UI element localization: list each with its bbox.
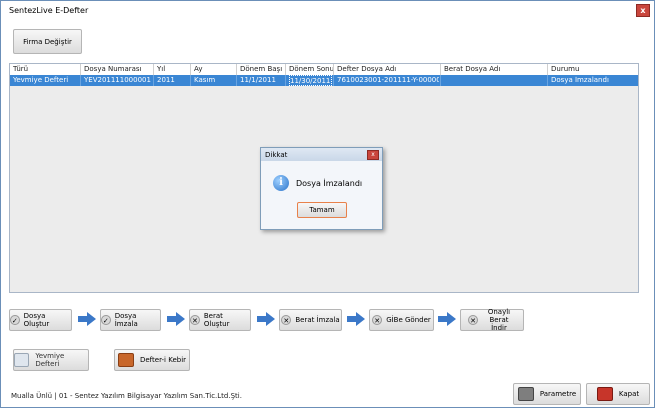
col-durumu[interactable]: Durumu — [551, 65, 579, 73]
col-donem-basi[interactable]: Dönem Başı — [240, 65, 282, 73]
dialog-title: Dikkat — [265, 151, 288, 159]
col-yil[interactable]: Yıl — [157, 65, 165, 73]
cell-donem-basi: 11/1/2011 — [240, 76, 276, 84]
cell-donem-sonu: 11/30/2011 — [289, 75, 332, 86]
berat-imzala-button[interactable]: ✕ Berat İmzala — [279, 309, 342, 331]
table-row[interactable]: Yevmiye Defteri YEV201111000001 2011 Kas… — [10, 75, 638, 86]
col-donem-sonu[interactable]: Dönem Sonu — [289, 65, 334, 73]
x-icon: ✕ — [468, 315, 478, 325]
berat-imzala-label: Berat İmzala — [295, 316, 340, 324]
dosya-olustur-label: Dosya Oluştur — [23, 312, 50, 328]
cell-yil: 2011 — [157, 76, 175, 84]
gibe-gonder-button[interactable]: ✕ GİBe Gönder — [369, 309, 434, 331]
cell-turu: Yevmiye Defteri — [13, 76, 69, 84]
tamam-button[interactable]: Tamam — [297, 202, 347, 218]
kapat-button[interactable]: Kapat — [586, 383, 650, 405]
dikkat-dialog: Dikkat x i Dosya İmzalandı Tamam — [260, 147, 383, 230]
arrow-right-icon — [347, 312, 365, 326]
defter-i-kebir-label: Defter-i Kebir — [139, 356, 187, 364]
title-bar: SentezLive E-Defter x — [1, 1, 654, 19]
x-icon: ✕ — [372, 315, 383, 325]
exit-door-icon — [596, 387, 613, 401]
cell-ay: Kasım — [194, 76, 216, 84]
col-defter-dosya-adi[interactable]: Defter Dosya Adı — [337, 65, 396, 73]
info-icon: i — [273, 175, 289, 191]
onayli-berat-indir-button[interactable]: ✕ Onaylı Berat İndir — [460, 308, 524, 332]
check-icon: ✓ — [10, 315, 20, 325]
yevmiye-defteri-button[interactable]: Yevmiye Defteri — [13, 349, 89, 371]
cell-durumu: Dosya İmzalandı — [551, 76, 609, 84]
window-title: SentezLive E-Defter — [9, 6, 89, 15]
berat-olustur-label: Berat Oluştur — [203, 312, 230, 328]
cell-dosya-numarasi: YEV201111000001 — [84, 76, 151, 84]
dialog-close-icon[interactable]: x — [367, 150, 379, 160]
x-icon: ✕ — [190, 315, 200, 325]
dosya-imzala-button[interactable]: ✓ Dosya İmzala — [100, 309, 161, 331]
firma-degistir-button[interactable]: Firma Değiştir — [13, 29, 82, 54]
tamam-label: Tamam — [309, 206, 335, 214]
dosya-imzala-label: Dosya İmzala — [114, 312, 138, 328]
book-icon — [14, 353, 30, 367]
dosya-olustur-button[interactable]: ✓ Dosya Oluştur — [9, 309, 72, 331]
kapat-label: Kapat — [618, 390, 640, 398]
close-window-button[interactable]: x — [636, 4, 650, 17]
col-ay[interactable]: Ay — [194, 65, 202, 73]
dialog-title-bar: Dikkat x — [261, 148, 382, 161]
x-icon: ✕ — [281, 315, 292, 325]
dialog-message: Dosya İmzalandı — [296, 179, 363, 188]
check-icon: ✓ — [101, 315, 111, 325]
gibe-gonder-label: GİBe Gönder — [386, 316, 431, 324]
arrow-right-icon — [167, 312, 185, 326]
yevmiye-defteri-label: Yevmiye Defteri — [35, 352, 65, 368]
arrow-right-icon — [257, 312, 275, 326]
col-berat-dosya-adi[interactable]: Berat Dosya Adı — [444, 65, 500, 73]
parametre-button[interactable]: Parametre — [513, 383, 581, 405]
defter-i-kebir-button[interactable]: Defter-i Kebir — [114, 349, 190, 371]
firma-degistir-label: Firma Değiştir — [23, 37, 72, 46]
col-dosya-numarasi[interactable]: Dosya Numarası — [84, 65, 142, 73]
camera-icon — [517, 387, 534, 401]
onayli-berat-indir-label: Onaylı Berat İndir — [487, 308, 511, 332]
berat-olustur-button[interactable]: ✕ Berat Oluştur — [189, 309, 251, 331]
status-bar-text: Mualla Ünlü | 01 - Sentez Yazılım Bilgis… — [11, 392, 242, 400]
col-turu[interactable]: Türü — [13, 65, 28, 73]
arrow-right-icon — [78, 312, 96, 326]
main-window: SentezLive E-Defter x Firma Değiştir Tür… — [0, 0, 655, 408]
cell-defter-dosya-adi: 7610023001-201111-Y-000000.x — [337, 76, 439, 84]
parametre-label: Parametre — [539, 390, 577, 398]
ledger-icon — [117, 353, 134, 367]
arrow-right-icon — [438, 312, 456, 326]
